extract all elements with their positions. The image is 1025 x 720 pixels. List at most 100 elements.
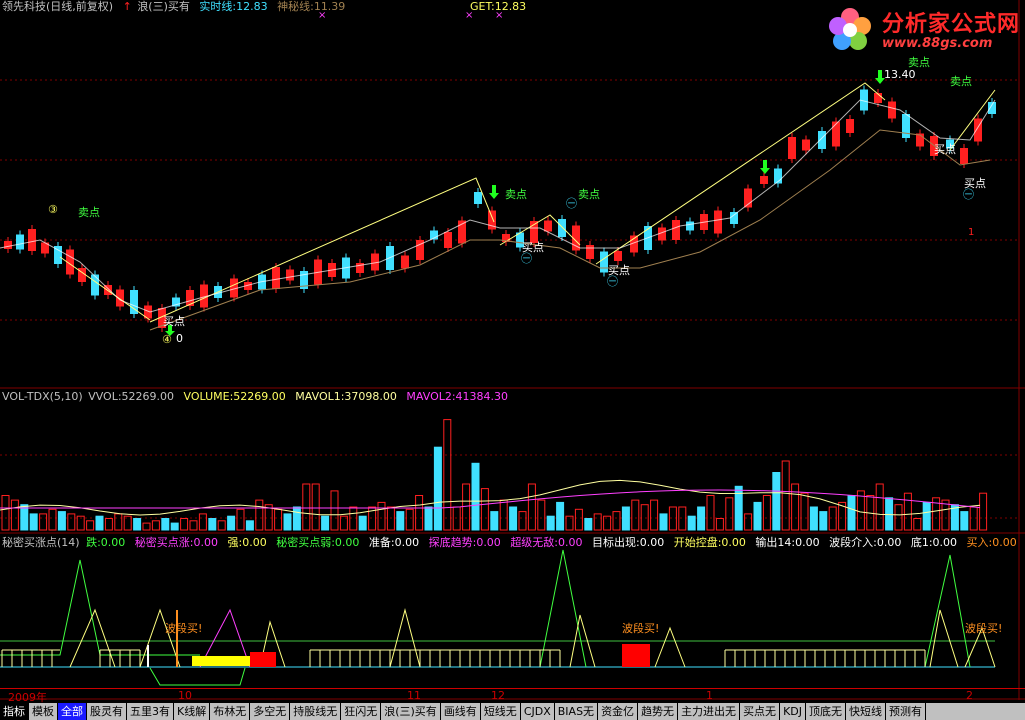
tab-19[interactable]: KDJ bbox=[780, 703, 806, 720]
volume-bar bbox=[499, 499, 508, 531]
volume-bar bbox=[546, 515, 555, 531]
tab-11[interactable]: 画线有 bbox=[441, 703, 481, 720]
indicator-item: 秘密买点涨:0.00 bbox=[134, 536, 218, 549]
wave-buy-label: 波段买! bbox=[622, 622, 660, 635]
indicator-item: 跌:0.00 bbox=[86, 536, 126, 549]
candlesticks bbox=[4, 85, 996, 332]
tab-22[interactable]: 预测有 bbox=[886, 703, 926, 720]
candle-body bbox=[760, 176, 768, 184]
circle-4-marker: ④ bbox=[162, 333, 172, 346]
volume-bar bbox=[142, 522, 151, 531]
tab-10[interactable]: 浪(三)买有 bbox=[381, 703, 441, 720]
indicator-item: 超级无敌:0.00 bbox=[510, 536, 583, 549]
tab-13[interactable]: CJDX bbox=[521, 703, 555, 720]
tab-9[interactable]: 狂闪无 bbox=[341, 703, 382, 720]
candle-body bbox=[902, 114, 910, 138]
sell-point-label: 卖点 bbox=[578, 188, 600, 201]
chart-canvas bbox=[0, 0, 1025, 700]
tab-6[interactable]: 布林无 bbox=[210, 703, 251, 720]
volume-bar bbox=[640, 504, 649, 531]
candle-body bbox=[286, 269, 294, 281]
volume-bar bbox=[612, 511, 621, 531]
candle-body bbox=[28, 229, 36, 251]
tab-0[interactable]: 指标 bbox=[0, 703, 29, 720]
volume-bar bbox=[161, 518, 170, 531]
axis-month: 11 bbox=[407, 689, 421, 702]
volume-bar bbox=[471, 462, 480, 531]
indicator-item: 开始控盘:0.00 bbox=[673, 536, 746, 549]
volume-bar bbox=[556, 501, 565, 531]
volume-bar bbox=[734, 485, 743, 531]
volume-bar bbox=[283, 513, 292, 531]
candle-body bbox=[91, 274, 99, 296]
vol-indicator-name: VOL-TDX(5,10) bbox=[2, 390, 83, 403]
volume-bar bbox=[57, 511, 66, 531]
tab-21[interactable]: 快短线 bbox=[846, 703, 886, 720]
axis-month: 2 bbox=[966, 689, 973, 702]
volume-bars bbox=[1, 419, 988, 531]
candle-body bbox=[714, 210, 722, 234]
indicator-tab-bar: 指标 模板 全部 股灵有 五里3有 K线解 布林无 多空无 持股线无 狂闪无 浪(三)买有 画线有 短线… bbox=[0, 703, 1025, 720]
circle-3-marker: ③ bbox=[48, 203, 58, 216]
volume-bar bbox=[1, 495, 10, 531]
volume-bar bbox=[151, 520, 160, 531]
vvol-value: VVOL:52269.00 bbox=[88, 390, 175, 403]
volume-bar bbox=[405, 508, 414, 531]
volume-bar bbox=[236, 508, 245, 531]
tab-8[interactable]: 持股线无 bbox=[290, 703, 342, 720]
circle-minus-marker: ㊀ bbox=[521, 252, 532, 265]
volume-bar bbox=[903, 492, 912, 531]
axis-month: 10 bbox=[178, 689, 192, 702]
volume-bar bbox=[631, 499, 640, 531]
wave-buy-label: 波段买! bbox=[965, 622, 1003, 635]
volume-bar bbox=[725, 497, 734, 531]
volume-bar bbox=[274, 508, 283, 531]
volume-bar bbox=[29, 513, 38, 531]
circle-minus-marker: ㊀ bbox=[963, 188, 974, 201]
candle-body bbox=[401, 255, 409, 269]
tab-7[interactable]: 多空无 bbox=[250, 703, 291, 720]
volume-bar bbox=[922, 501, 931, 531]
tab-2[interactable]: 全部 bbox=[58, 703, 87, 720]
volume-bar bbox=[415, 495, 424, 531]
indicator-item: 目标出现:0.00 bbox=[592, 536, 665, 549]
volume-bar bbox=[687, 515, 696, 531]
volume-bar bbox=[198, 513, 207, 531]
tab-1[interactable]: 模板 bbox=[29, 703, 58, 720]
volume-bar bbox=[377, 501, 386, 531]
volume-bar bbox=[875, 483, 884, 531]
tab-15[interactable]: 资金亿 bbox=[598, 703, 639, 720]
tab-5[interactable]: K线解 bbox=[174, 703, 211, 720]
tab-20[interactable]: 顶底无 bbox=[806, 703, 846, 720]
red-block bbox=[622, 644, 650, 667]
trend-lines bbox=[0, 82, 996, 331]
indicator-item: 输出14:0.00 bbox=[755, 536, 820, 549]
tab-3[interactable]: 股灵有 bbox=[87, 703, 127, 720]
volume-bar bbox=[509, 506, 518, 531]
volume-bar bbox=[706, 495, 715, 531]
tab-17[interactable]: 主力进出无 bbox=[678, 703, 741, 720]
volume-bar bbox=[311, 483, 320, 531]
candle-body bbox=[788, 137, 796, 159]
tab-4[interactable]: 五里3有 bbox=[127, 703, 174, 720]
volume-bar bbox=[39, 513, 48, 531]
volume-bar bbox=[330, 490, 339, 531]
volume-bar bbox=[650, 499, 659, 531]
tab-16[interactable]: 趋势无 bbox=[638, 703, 679, 720]
tab-12[interactable]: 短线无 bbox=[481, 703, 521, 720]
indicator-header: 秘密买涨点(14) 跌:0.00 秘密买点涨:0.00 强:0.00 秘密买点弱… bbox=[2, 536, 1025, 550]
volume-bar bbox=[847, 495, 856, 531]
volume-bar bbox=[424, 506, 433, 531]
volume-bar bbox=[697, 506, 706, 531]
volume-bar bbox=[433, 446, 442, 531]
volume-bar bbox=[603, 515, 612, 531]
tab-14[interactable]: BIAS无 bbox=[555, 703, 599, 720]
sell-point-label: 卖点 bbox=[78, 206, 100, 219]
mavol1-line bbox=[0, 479, 981, 516]
volume-bar bbox=[715, 518, 724, 531]
marker-1: 1 bbox=[968, 227, 975, 238]
tab-18[interactable]: 买点无 bbox=[740, 703, 781, 720]
volume-bar bbox=[800, 492, 809, 531]
volume-bar bbox=[960, 511, 969, 531]
volume-value: VOLUME:52269.00 bbox=[183, 390, 286, 403]
